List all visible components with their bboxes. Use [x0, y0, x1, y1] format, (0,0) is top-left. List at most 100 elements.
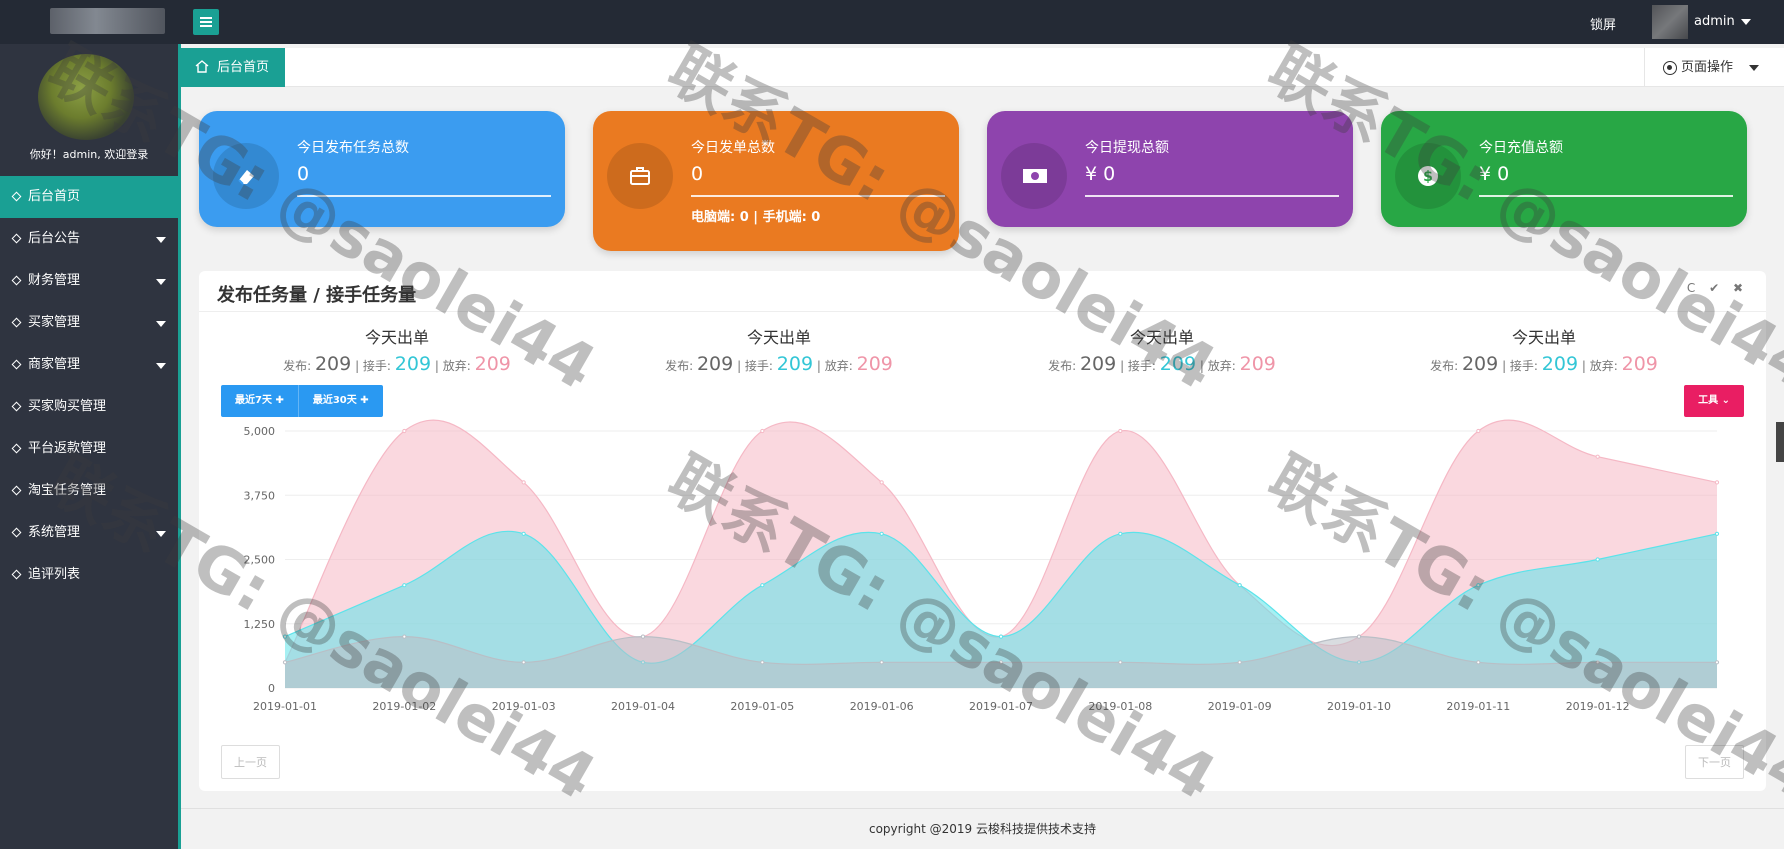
data-point — [282, 660, 288, 665]
abandon-count: 209 — [474, 353, 511, 375]
sidebar-item[interactable]: 系统管理 — [0, 512, 178, 554]
caret-down-icon — [1749, 65, 1759, 71]
y-tick-label: 0 — [268, 682, 275, 695]
sidebar-item-label: 系统管理 — [28, 525, 81, 540]
data-point — [760, 583, 765, 588]
sidebar-item-label: 追评列表 — [28, 567, 81, 582]
data-point — [1714, 531, 1720, 536]
sidebar-item-label: 淘宝任务管理 — [28, 483, 107, 498]
abandon-count: 209 — [1239, 353, 1276, 375]
page-operations-label: 页面操作 — [1681, 60, 1734, 75]
card-title: 今日发布任务总数 — [297, 140, 409, 156]
main-content: 后台首页 页面操作 今日发布任务总数 0 今日发单总数 0 电脑端: 0 | 手… — [178, 44, 1784, 849]
user-avatar[interactable] — [1652, 5, 1688, 39]
diamond-icon — [11, 485, 22, 496]
tab-home[interactable]: 后台首页 — [181, 48, 285, 87]
take-count: 209 — [776, 353, 814, 375]
tab-home-label: 后台首页 — [217, 60, 270, 75]
data-point — [282, 634, 288, 639]
chevron-down-icon — [156, 237, 166, 243]
publish-label: 发布: — [283, 359, 312, 373]
x-tick-label: 2019-01-05 — [730, 700, 794, 713]
today-label: 今天出单 — [1511, 328, 1576, 347]
sidebar-item[interactable]: 平台返款管理 — [0, 428, 178, 470]
scrollbar-thumb[interactable] — [1776, 422, 1784, 462]
data-point — [1118, 531, 1123, 536]
x-tick-label: 2019-01-09 — [1208, 700, 1272, 713]
chevron-down-icon — [156, 321, 166, 327]
sidebar: 你好！admin, 欢迎登录 后台首页 后台公告 财务管理 买家管理 商家管理 买家购买管… — [0, 44, 178, 849]
footer: copyright @2019 云梭科技提供技术支持 — [181, 808, 1784, 849]
area-chart: 0 1,250 2,500 3,750 5,000 2019-01-01 2019-01-0… — [244, 419, 1720, 713]
take-count: 209 — [394, 353, 432, 375]
stat-card-recharge: $ 今日充值总额 ¥ 0 — [1381, 111, 1747, 227]
card-value: ¥ 0 — [1085, 163, 1116, 185]
diamond-icon — [11, 233, 22, 244]
data-point — [521, 660, 526, 665]
svg-text:$: $ — [1423, 169, 1433, 185]
sidebar-item[interactable]: 追评列表 — [0, 554, 178, 596]
sidebar-item-label: 平台返款管理 — [28, 441, 107, 456]
sidebar-avatar — [38, 54, 134, 140]
eraser-icon — [213, 143, 279, 209]
sidebar-item[interactable]: 淘宝任务管理 — [0, 470, 178, 512]
take-label: | 接手: — [1120, 359, 1156, 373]
sidebar-item-label: 财务管理 — [28, 273, 81, 288]
abandon-count: 209 — [856, 353, 893, 375]
briefcase-icon — [607, 143, 673, 209]
menu-toggle-icon[interactable] — [193, 9, 219, 35]
last-30-days-button[interactable]: 最近30天 ✚ — [298, 385, 383, 417]
publish-count: 209 — [314, 353, 352, 375]
card-value: 0 — [297, 163, 310, 185]
sidebar-item[interactable]: 后台公告 — [0, 218, 178, 260]
sidebar-item-label: 商家管理 — [28, 357, 81, 372]
last-7-days-button[interactable]: 最近7天 ✚ — [221, 385, 299, 417]
diamond-icon — [11, 275, 22, 286]
x-tick-label: 2019-01-03 — [492, 700, 556, 713]
data-point — [879, 531, 884, 536]
data-point — [1595, 454, 1600, 459]
card-subtext: 电脑端: 0 | 手机端: 0 — [691, 210, 821, 225]
data-point — [640, 634, 646, 639]
data-point — [879, 480, 884, 485]
lock-screen-link[interactable]: 锁屏 — [1590, 14, 1616, 33]
panel-tools[interactable]: C ✔ ✖ — [1687, 281, 1748, 295]
prev-page-button[interactable]: 上一页 — [221, 745, 280, 779]
card-divider — [1085, 195, 1339, 197]
data-point — [1476, 428, 1481, 434]
logo — [50, 8, 165, 34]
user-menu[interactable]: admin — [1694, 14, 1751, 29]
take-label: | 接手: — [1502, 359, 1538, 373]
sidebar-item-label: 后台公告 — [28, 231, 81, 246]
sidebar-item[interactable]: 商家管理 — [0, 344, 178, 386]
x-tick-label: 2019-01-01 — [253, 700, 317, 713]
card-value: ¥ 0 — [1479, 163, 1510, 185]
data-point — [1356, 634, 1362, 639]
data-point — [1237, 583, 1242, 588]
diamond-icon — [11, 191, 22, 202]
diamond-icon — [11, 401, 22, 412]
diamond-icon — [11, 527, 22, 538]
sidebar-item[interactable]: 买家购买管理 — [0, 386, 178, 428]
sidebar-item[interactable]: 后台首页 — [0, 176, 178, 218]
today-summary: 今天出单 发布: 209 | 接手: 209 | 放弃: 209 — [1032, 324, 1292, 375]
data-point — [521, 480, 526, 485]
tools-button[interactable]: 工具 ⌄ — [1684, 385, 1744, 417]
page-operations-dropdown[interactable]: 页面操作 — [1644, 48, 1770, 87]
data-point — [1237, 660, 1242, 665]
panel-title: 发布任务量 / 接手任务量 — [217, 285, 417, 306]
x-tick-label: 2019-01-11 — [1446, 700, 1510, 713]
next-page-button[interactable]: 下一页 — [1685, 745, 1744, 779]
publish-count: 209 — [1461, 353, 1499, 375]
sidebar-nav: 后台首页后台公告财务管理买家管理商家管理买家购买管理平台返款管理 淘宝任务管理 系统… — [0, 176, 178, 596]
card-value: 0 — [691, 163, 704, 185]
sidebar-item[interactable]: 财务管理 — [0, 260, 178, 302]
data-point — [998, 660, 1004, 665]
data-point — [1476, 660, 1481, 665]
sidebar-item[interactable]: 买家管理 — [0, 302, 178, 344]
today-label: 今天出单 — [364, 328, 429, 347]
y-tick-label: 1,250 — [244, 618, 276, 631]
card-divider — [1479, 195, 1733, 197]
chevron-down-icon — [156, 279, 166, 285]
take-count: 209 — [1159, 353, 1197, 375]
